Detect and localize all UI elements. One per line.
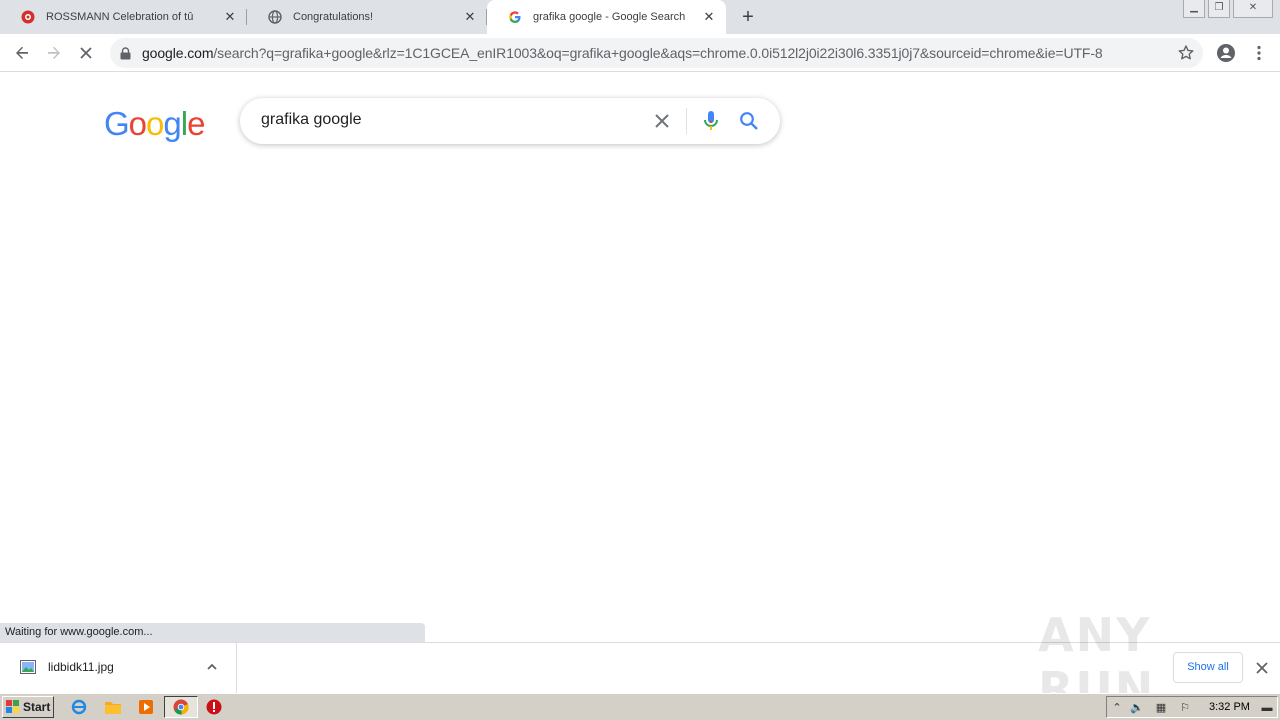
google-favicon	[507, 9, 523, 25]
windows-taskbar: Start ⌃ 🔈 ▦ ⚐ 3:32 PM ▬	[0, 693, 1280, 720]
minimize-icon[interactable]: ▁	[1183, 0, 1205, 18]
menu-kebab-icon[interactable]	[1247, 41, 1271, 65]
url-text: google.com/search?q=grafika+google&rlz=1…	[142, 45, 1103, 61]
internet-explorer-icon[interactable]	[70, 698, 88, 716]
logo-letter: o	[128, 105, 147, 142]
globe-icon	[267, 9, 283, 25]
search-icon[interactable]	[737, 109, 761, 133]
close-tab-icon[interactable]: ✕	[463, 10, 477, 24]
logo-letter: e	[187, 105, 205, 142]
clock[interactable]: 3:32 PM	[1209, 701, 1250, 713]
image-file-icon	[20, 660, 36, 674]
tab-congratulations[interactable]: Congratulations! ✕	[247, 0, 487, 34]
microphone-icon[interactable]	[699, 109, 723, 133]
opera-icon[interactable]	[205, 698, 223, 716]
screen: ROSSMANN Celebration of tû ✕ Congratulat…	[0, 0, 1280, 720]
close-shelf-icon[interactable]	[1254, 660, 1270, 676]
volume-icon[interactable]: 🔈	[1129, 700, 1145, 716]
rossmann-favicon	[20, 9, 36, 25]
chevron-up-icon[interactable]	[205, 660, 219, 674]
close-tab-icon[interactable]: ✕	[702, 10, 716, 24]
chrome-icon[interactable]	[172, 698, 190, 716]
url-path: /search?q=grafika+google&rlz=1C1GCEA_enI…	[213, 45, 1103, 61]
status-bubble: Waiting for www.google.com...	[0, 623, 425, 642]
tab-strip: ROSSMANN Celebration of tû ✕ Congratulat…	[0, 0, 1280, 34]
search-input[interactable]: grafika google	[261, 111, 362, 129]
folder-icon[interactable]	[104, 698, 122, 716]
url-host: google.com	[142, 45, 214, 61]
show-desktop-icon[interactable]: ▬	[1259, 700, 1275, 716]
media-player-icon[interactable]	[137, 698, 155, 716]
tab-rossmann[interactable]: ROSSMANN Celebration of tû ✕	[0, 0, 247, 34]
logo-letter: g	[163, 105, 181, 142]
tab-title: ROSSMANN Celebration of tû	[46, 11, 194, 23]
lock-icon[interactable]	[120, 46, 134, 60]
tab-title: Congratulations!	[293, 11, 374, 23]
start-button[interactable]: Start	[2, 696, 54, 718]
search-box[interactable]: grafika google	[240, 98, 780, 144]
stop-loading-icon[interactable]	[74, 41, 98, 65]
new-tab-button[interactable]: +	[737, 6, 759, 28]
network-icon[interactable]: ▦	[1153, 700, 1169, 716]
close-tab-icon[interactable]: ✕	[223, 10, 237, 24]
restore-icon[interactable]: ❐	[1208, 0, 1230, 18]
address-bar[interactable]: google.com/search?q=grafika+google&rlz=1…	[110, 38, 1203, 68]
browser-toolbar: google.com/search?q=grafika+google&rlz=1…	[0, 34, 1280, 72]
clear-search-icon[interactable]	[650, 109, 674, 133]
download-file-name: lidbidk11.jpg	[48, 660, 114, 674]
forward-icon[interactable]	[42, 41, 66, 65]
google-logo[interactable]: Google	[104, 105, 205, 143]
logo-letter: o	[146, 105, 164, 142]
divider	[686, 108, 687, 134]
bookmark-star-icon[interactable]	[1177, 44, 1195, 62]
action-center-flag-icon[interactable]: ⚐	[1177, 700, 1193, 716]
tab-title: grafika google - Google Search	[533, 11, 686, 23]
start-label: Start	[23, 700, 51, 714]
download-item[interactable]: lidbidk11.jpg	[0, 643, 237, 693]
close-window-icon[interactable]: ✕	[1233, 0, 1273, 18]
show-hidden-icons-icon[interactable]: ⌃	[1109, 700, 1125, 716]
download-shelf: ANY RUN lidbidk11.jpg Show all	[0, 608, 1280, 716]
logo-letter: G	[104, 105, 130, 142]
google-results-page: Google grafika google	[0, 72, 1280, 642]
profile-icon[interactable]	[1214, 41, 1238, 65]
tab-google-search[interactable]: grafika google - Google Search ✕	[487, 0, 726, 34]
windows-flag-icon	[6, 700, 20, 714]
show-all-downloads-button[interactable]: Show all	[1173, 652, 1243, 683]
system-tray: ⌃ 🔈 ▦ ⚐ 3:32 PM ▬	[1106, 696, 1278, 718]
back-icon[interactable]	[10, 41, 34, 65]
